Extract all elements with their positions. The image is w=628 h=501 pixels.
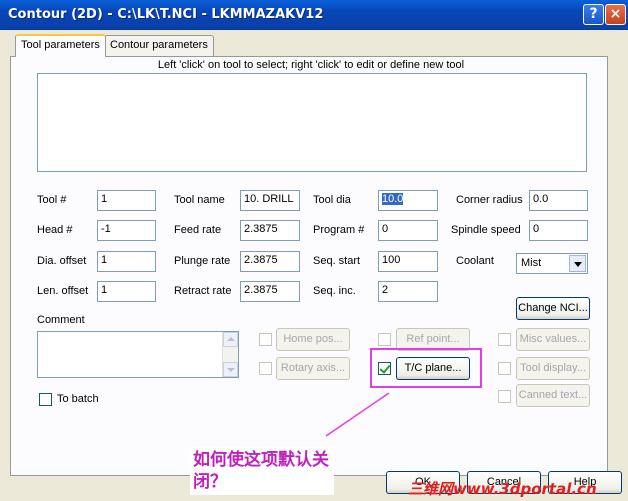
retract-rate-label: Retract rate	[174, 285, 232, 297]
tool-display-button[interactable]: Tool display...	[516, 357, 590, 380]
tool-list[interactable]	[37, 73, 587, 172]
corner-radius-input[interactable]: 0.0	[529, 190, 588, 211]
feed-rate-input[interactable]: 2.3875	[240, 220, 300, 241]
tool-dia-label: Tool dia	[313, 194, 351, 206]
home-pos-checkbox[interactable]	[259, 333, 272, 346]
spindle-speed-label: Spindle speed	[451, 224, 521, 236]
tool-name-label: Tool name	[174, 194, 225, 206]
tool-display-checkbox[interactable]	[498, 362, 511, 375]
rotary-axis-button[interactable]: Rotary axis...	[276, 357, 350, 380]
title-bar[interactable]: Contour (2D) - C:\LK\T.NCI - LKMMAZAKV12…	[0, 0, 628, 30]
misc-values-button[interactable]: Misc values...	[516, 328, 590, 351]
coolant-select[interactable]: Mist	[516, 253, 588, 274]
canned-text-button[interactable]: Canned text...	[516, 384, 590, 407]
comment-textarea[interactable]	[37, 331, 239, 378]
home-pos-button[interactable]: Home pos...	[276, 328, 350, 351]
seq-inc-label: Seq. inc.	[313, 285, 356, 297]
len-offset-label: Len. offset	[37, 285, 89, 297]
head-num-label: Head #	[37, 224, 73, 236]
program-num-label: Program #	[313, 224, 365, 236]
to-batch-checkbox[interactable]	[39, 393, 52, 406]
coolant-label: Coolant	[456, 255, 494, 267]
scroll-up-icon[interactable]	[223, 332, 238, 347]
tool-dia-value: 10.0	[382, 193, 404, 205]
coolant-value: Mist	[521, 257, 542, 269]
plunge-rate-label: Plunge rate	[174, 255, 231, 267]
head-num-input[interactable]: -1	[97, 220, 156, 241]
annotation-text: 如何使这项默认关闭？	[190, 447, 334, 495]
seq-inc-input[interactable]: 2	[378, 281, 438, 302]
tool-dia-input[interactable]: 10.0	[378, 190, 438, 211]
highlight-box	[370, 348, 482, 388]
dia-offset-label: Dia. offset	[37, 255, 87, 267]
canned-text-checkbox[interactable]	[498, 390, 511, 403]
close-icon[interactable]: ×	[605, 4, 626, 25]
retract-rate-input[interactable]: 2.3875	[240, 281, 300, 302]
seq-start-input[interactable]: 100	[378, 251, 438, 272]
watermark-text: 三维网www.3dportal.cn	[408, 480, 597, 498]
tool-num-input[interactable]: 1	[97, 190, 156, 211]
to-batch-label: To batch	[57, 393, 99, 405]
len-offset-input[interactable]: 1	[97, 281, 156, 302]
plunge-rate-input[interactable]: 2.3875	[240, 251, 300, 272]
tool-list-hint: Left 'click' on tool to select; right 'c…	[157, 59, 465, 71]
dia-offset-input[interactable]: 1	[97, 251, 156, 272]
ref-point-checkbox[interactable]	[378, 333, 391, 346]
tool-num-label: Tool #	[37, 194, 67, 206]
misc-values-checkbox[interactable]	[498, 333, 511, 346]
change-nci-button[interactable]: Change NCI...	[516, 297, 590, 320]
tool-name-input[interactable]: 10. DRILL	[240, 190, 300, 211]
help-icon[interactable]: ?	[583, 4, 604, 25]
tab-tool-parameters[interactable]: Tool parameters	[15, 34, 106, 57]
rotary-axis-checkbox[interactable]	[259, 362, 272, 375]
feed-rate-label: Feed rate	[174, 224, 222, 236]
scroll-down-icon[interactable]	[223, 362, 238, 377]
spindle-speed-input[interactable]: 0	[529, 220, 588, 241]
comment-scrollbar[interactable]	[222, 332, 238, 377]
chevron-down-icon[interactable]	[569, 255, 586, 272]
program-num-input[interactable]: 0	[378, 220, 438, 241]
window-title: Contour (2D) - C:\LK\T.NCI - LKMMAZAKV12	[8, 7, 324, 22]
seq-start-label: Seq. start	[313, 255, 361, 267]
comment-label: Comment	[37, 314, 85, 326]
tab-contour-parameters[interactable]: Contour parameters	[104, 35, 214, 56]
corner-radius-label: Corner radius	[456, 194, 523, 206]
